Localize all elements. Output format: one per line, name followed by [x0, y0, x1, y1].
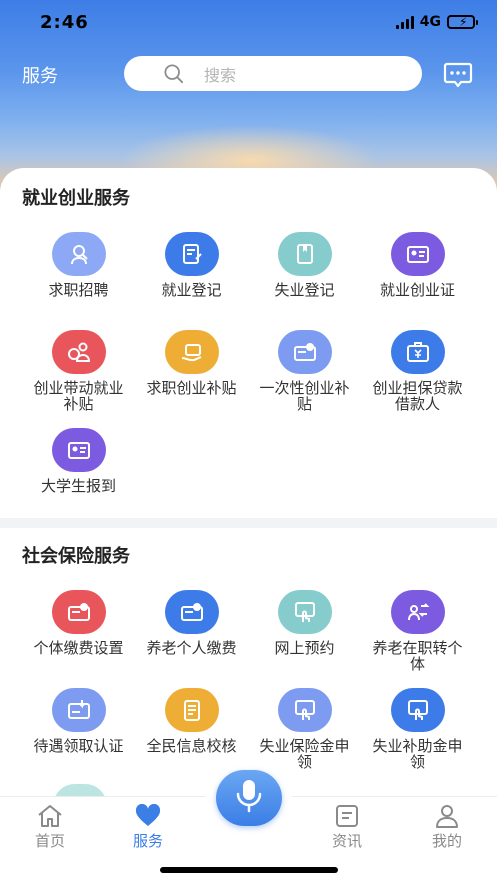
user-icon — [433, 803, 461, 829]
yuan-card-icon — [164, 590, 219, 634]
edit-form-icon — [164, 232, 219, 276]
battery-icon: ⚡ — [447, 15, 478, 29]
subsidy-person-icon — [51, 330, 106, 374]
service-tile-label: 创业担保贷款借款人 — [372, 379, 463, 413]
hand-touch-icon — [390, 688, 445, 732]
service-tile[interactable]: 创业担保贷款借款人 — [361, 324, 474, 422]
service-tile-label: 就业创业证 — [379, 281, 455, 299]
service-tile-label: 网上预约 — [274, 639, 335, 657]
signal-icon — [395, 15, 414, 29]
tab-mine-label: 我的 — [431, 832, 462, 850]
service-tile[interactable]: 网上预约 — [248, 584, 361, 682]
service-tile-label: 个体缴费设置 — [33, 639, 124, 657]
tab-service-label: 服务 — [132, 832, 163, 850]
employment-section: 就业创业服务 求职招聘 就业登记 失业登记 就业创业证创业带动就业补贴 求职创业补贴 一次… — [0, 168, 497, 518]
id-card-icon — [51, 428, 106, 472]
status-time: 2:46 — [40, 12, 89, 33]
news-icon — [333, 803, 361, 829]
service-tile[interactable]: 求职招聘 — [22, 226, 135, 324]
home-icon — [36, 803, 64, 829]
tab-mine[interactable]: 我的 — [417, 803, 477, 851]
tab-home-label: 首页 — [34, 832, 65, 850]
briefcase-hand-icon — [164, 330, 219, 374]
yuan-card-icon — [277, 330, 332, 374]
page-title: 服务 — [22, 66, 58, 87]
employment-service-grid: 求职招聘 就业登记 失业登记 就业创业证创业带动就业补贴 求职创业补贴 一次性创业补贴 创业… — [22, 226, 475, 520]
section-title-employment: 就业创业服务 — [22, 188, 130, 209]
home-indicator — [160, 867, 338, 873]
service-tile[interactable]: 大学生报到 — [22, 422, 135, 520]
tab-home[interactable]: 首页 — [20, 803, 80, 851]
service-tile-label: 求职创业补贴 — [146, 379, 237, 397]
section-title-insurance: 社会保险服务 — [22, 546, 130, 567]
service-tile-label: 失业登记 — [274, 281, 335, 299]
service-tile-label: 失业补助金申领 — [372, 737, 463, 771]
service-tile[interactable]: 个体缴费设置 — [22, 584, 135, 682]
hand-touch-icon — [277, 590, 332, 634]
checklist-icon — [164, 688, 219, 732]
status-bar: 2:46 4G ⚡ — [0, 0, 497, 48]
service-tile-label: 大学生报到 — [40, 477, 116, 495]
book-icon — [277, 232, 332, 276]
service-tile-label: 创业带动就业补贴 — [33, 379, 124, 413]
service-tile[interactable]: 养老个人缴费 — [135, 584, 248, 682]
heart-icon — [134, 803, 162, 829]
service-tile[interactable]: 就业登记 — [135, 226, 248, 324]
search-input[interactable]: 搜索 — [124, 56, 422, 91]
service-tile[interactable]: 创业带动就业补贴 — [22, 324, 135, 422]
network-type: 4G — [419, 14, 441, 30]
insurance-service-grid: 个体缴费设置 养老个人缴费 网上预约 养老在职转个体待遇领取认证 全民信息校核 失业保险金… — [22, 584, 475, 780]
tab-news-label: 资讯 — [331, 832, 362, 850]
service-tile[interactable]: 养老在职转个体 — [361, 584, 474, 682]
tab-news[interactable]: 资讯 — [317, 803, 377, 851]
search-icon — [164, 63, 184, 84]
service-tile-label: 失业保险金申领 — [259, 737, 350, 771]
service-tile-label: 全民信息校核 — [146, 737, 237, 755]
job-search-icon — [51, 232, 106, 276]
service-tile[interactable]: 待遇领取认证 — [22, 682, 135, 780]
message-icon[interactable] — [443, 61, 473, 89]
yuan-briefcase-icon — [390, 330, 445, 374]
verify-card-icon — [51, 688, 106, 732]
service-tile-label: 养老个人缴费 — [146, 639, 237, 657]
search-placeholder: 搜索 — [204, 65, 237, 85]
hand-touch-icon — [277, 688, 332, 732]
voice-button[interactable] — [216, 770, 282, 826]
id-card-icon — [390, 232, 445, 276]
service-tile-label: 就业登记 — [161, 281, 222, 299]
service-tile[interactable]: 一次性创业补贴 — [248, 324, 361, 422]
service-tile[interactable]: 就业创业证 — [361, 226, 474, 324]
yuan-card-icon — [51, 590, 106, 634]
service-tile[interactable]: 失业补助金申领 — [361, 682, 474, 780]
service-tile-label: 求职招聘 — [48, 281, 109, 299]
tab-service[interactable]: 服务 — [118, 803, 178, 851]
service-tile-label: 一次性创业补贴 — [259, 379, 350, 413]
service-tile-label: 养老在职转个体 — [372, 639, 463, 673]
service-tile[interactable]: 失业登记 — [248, 226, 361, 324]
service-tile-label: 待遇领取认证 — [33, 737, 124, 755]
transfer-user-icon — [390, 590, 445, 634]
microphone-icon — [234, 778, 264, 818]
service-tile[interactable]: 求职创业补贴 — [135, 324, 248, 422]
